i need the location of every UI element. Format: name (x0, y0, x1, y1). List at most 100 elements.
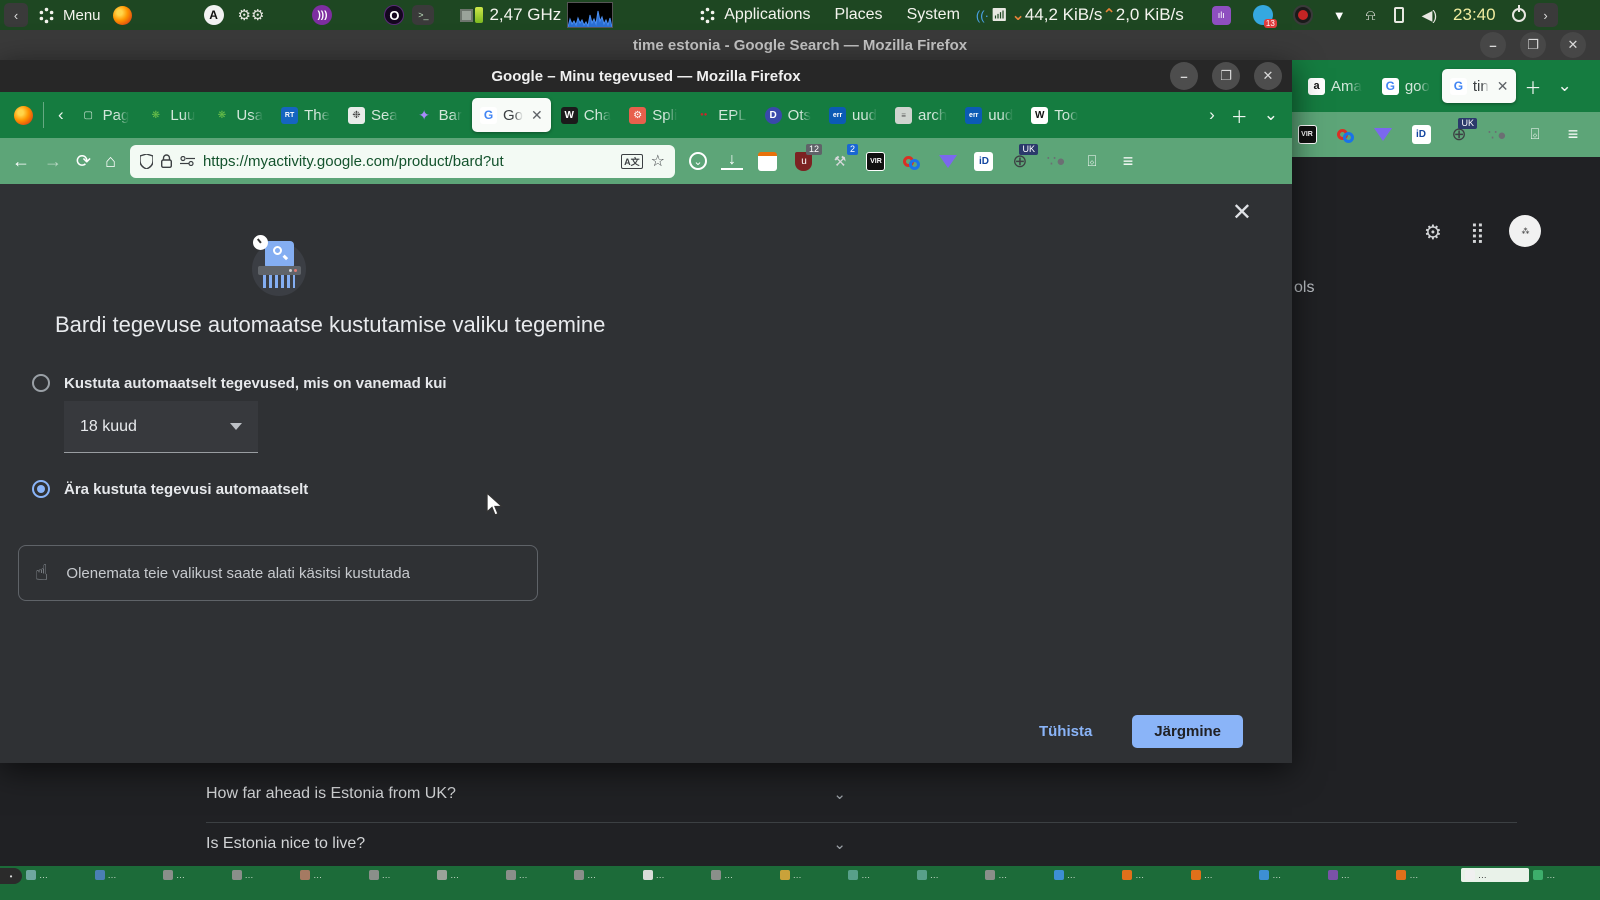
uk-globe-extension-icon[interactable]: ⊕ UK (1448, 117, 1477, 146)
forward-nav-button[interactable]: → (44, 151, 62, 172)
link-extension-icon[interactable] (901, 150, 923, 172)
tab-cha[interactable]: W Cha (553, 98, 620, 132)
taskbar-window-button[interactable]: … (1187, 868, 1256, 882)
link-extension-icon[interactable] (1334, 124, 1356, 146)
tab-close-icon[interactable]: ✕ (531, 107, 543, 124)
front-close-button[interactable]: ✕ (1254, 62, 1282, 90)
tab-goo[interactable]: Ggoo (1374, 69, 1438, 103)
panel-expand-button[interactable]: › (1533, 3, 1558, 27)
tab-too[interactable]: W Too (1023, 98, 1086, 132)
applications-menu[interactable]: Applications (724, 6, 810, 24)
taskbar-window-button[interactable]: … (296, 868, 365, 882)
opera-icon[interactable]: O (384, 5, 405, 25)
scroll-tabs-left-button[interactable]: ‹ (50, 105, 72, 125)
radio-unselected[interactable] (32, 374, 50, 392)
tab-arch[interactable]: ≡ arch (887, 98, 955, 132)
menu-hamburger-icon[interactable]: ≡ (1117, 150, 1139, 172)
front-minimize-button[interactable]: – (1170, 62, 1198, 90)
taskbar-window-button[interactable]: … (1529, 868, 1598, 882)
taskbar-window-button[interactable]: … (844, 868, 913, 882)
terminal-icon[interactable]: >_ (412, 5, 435, 25)
gears-icon[interactable]: ⚙⚙ (238, 6, 265, 24)
triangle-extension-icon[interactable] (1372, 124, 1394, 146)
tab-spli[interactable]: ⚙ Spli (621, 98, 685, 132)
panel-back-button[interactable]: ‹ (4, 3, 28, 27)
back-new-tab-button[interactable]: ＋ (1516, 74, 1549, 99)
puzzle-extension-icon[interactable]: ⌺ (1081, 150, 1103, 172)
taskbar-window-button[interactable]: … (639, 868, 708, 882)
tab-uud[interactable]: err uud (957, 98, 1021, 132)
tab-sea[interactable]: ❉ Sea (340, 98, 406, 132)
taskbar-window-button[interactable]: … (707, 868, 776, 882)
home-button[interactable]: ⌂ (105, 151, 116, 172)
taskbar-window-button[interactable]: … (1324, 868, 1393, 882)
taskbar-window-button[interactable]: … (1118, 868, 1187, 882)
taskbar-window-button[interactable]: … (1392, 868, 1461, 882)
taskbar-window-button[interactable]: … (365, 868, 434, 882)
front-window-titlebar[interactable]: Google – Minu tegevused — Mozilla Firefo… (0, 60, 1292, 92)
panel-clock[interactable]: 23:40 (1453, 5, 1496, 25)
vt-extension-icon[interactable]: VIR (1296, 124, 1318, 146)
taskbar-window-button[interactable]: … (776, 868, 845, 882)
calendar-extension-icon[interactable] (757, 150, 779, 172)
front-maximize-button[interactable]: ❐ (1212, 62, 1240, 90)
taskbar-window-button[interactable]: … (570, 868, 639, 882)
taskbar-window-button[interactable]: … (913, 868, 982, 882)
places-menu[interactable]: Places (835, 6, 883, 24)
power-icon[interactable] (1511, 5, 1526, 22)
mate-menu-icon[interactable] (38, 7, 55, 24)
taskbar-window-button[interactable]: … (981, 868, 1050, 882)
next-button[interactable]: Järgmine (1132, 715, 1243, 748)
back-minimize-button[interactable]: – (1480, 32, 1506, 58)
tools-label-partial[interactable]: ols (1294, 279, 1314, 297)
cancel-button[interactable]: Tühista (1039, 723, 1092, 740)
record-tray-icon[interactable] (1292, 5, 1313, 25)
tab-tin-active[interactable]: Gtin ✕ (1441, 69, 1517, 103)
search-a-icon[interactable]: A (203, 5, 224, 25)
paw-extension-icon[interactable]: ∵● (1045, 150, 1067, 172)
tab-ots[interactable]: D Ots (757, 98, 819, 132)
battery-icon[interactable] (1393, 7, 1404, 23)
question-row[interactable]: Is Estonia nice to live? ⌄ (206, 835, 846, 853)
url-text[interactable]: https://myactivity.google.com/product/ba… (203, 153, 613, 170)
back-maximize-button[interactable]: ❐ (1520, 32, 1546, 58)
paw-extension-icon[interactable]: ∵● (1486, 124, 1508, 146)
puzzle-extension-icon[interactable]: ⌺ (1524, 124, 1546, 146)
taskbar-show-desktop-button[interactable]: • (0, 868, 22, 884)
cpu-graph[interactable] (567, 2, 614, 28)
menu-label[interactable]: Menu (63, 7, 101, 24)
tab-luu[interactable]: ❋ Luu (139, 98, 203, 132)
radio-selected[interactable] (32, 480, 50, 498)
tab-uud[interactable]: err uud (821, 98, 885, 132)
bell-icon[interactable]: ⍾ (1366, 7, 1376, 24)
settings-gear-icon[interactable]: ⚙ (1424, 220, 1442, 245)
tab-bar[interactable]: ✦ Bar (408, 98, 470, 132)
taskbar-window-button[interactable]: … (1460, 868, 1530, 882)
wifi-strength-icon[interactable]: ▼ (1333, 8, 1346, 23)
back-window-titlebar[interactable]: time estonia - Google Search — Mozilla F… (0, 30, 1600, 60)
helper-extension-icon[interactable]: ⚒ 2 (829, 144, 858, 172)
taskbar-window-button[interactable]: … (91, 868, 160, 882)
volume-icon[interactable]: ◀) (1422, 7, 1437, 24)
taskbar-window-button[interactable]: … (22, 868, 91, 882)
dialog-close-icon[interactable]: ✕ (1232, 198, 1252, 227)
taskbar-window-button[interactable]: … (1050, 868, 1119, 882)
id-extension-icon[interactable]: iD (1410, 124, 1432, 146)
taskbar-window-button[interactable]: … (228, 868, 297, 882)
back-list-tabs-button[interactable]: ⌄ (1549, 76, 1579, 96)
account-avatar[interactable]: ⁂ (1509, 215, 1541, 247)
bookmark-star-icon[interactable]: ☆ (651, 151, 665, 171)
firefox-menu-icon[interactable] (14, 105, 33, 125)
tab-pag[interactable]: ▢ Pag (72, 98, 138, 132)
option-never-delete[interactable]: Ära kustuta tegevusi automaatselt (32, 480, 308, 498)
tab-usa[interactable]: ❋ Usa (205, 98, 271, 132)
messenger-tray-icon[interactable]: 13 (1252, 5, 1277, 28)
option-auto-delete[interactable]: Kustuta automaatselt tegevused, mis on v… (32, 374, 447, 392)
google-apps-grid-icon[interactable]: ⣿ (1470, 220, 1486, 245)
scroll-tabs-right-button[interactable]: › (1201, 105, 1223, 125)
taskbar-window-button[interactable]: … (502, 868, 571, 882)
permissions-icon[interactable] (179, 156, 195, 166)
tab-ama[interactable]: a Ama (1300, 69, 1370, 103)
system-menu[interactable]: System (907, 6, 960, 24)
ublock-icon[interactable]: u 12 (793, 144, 822, 172)
